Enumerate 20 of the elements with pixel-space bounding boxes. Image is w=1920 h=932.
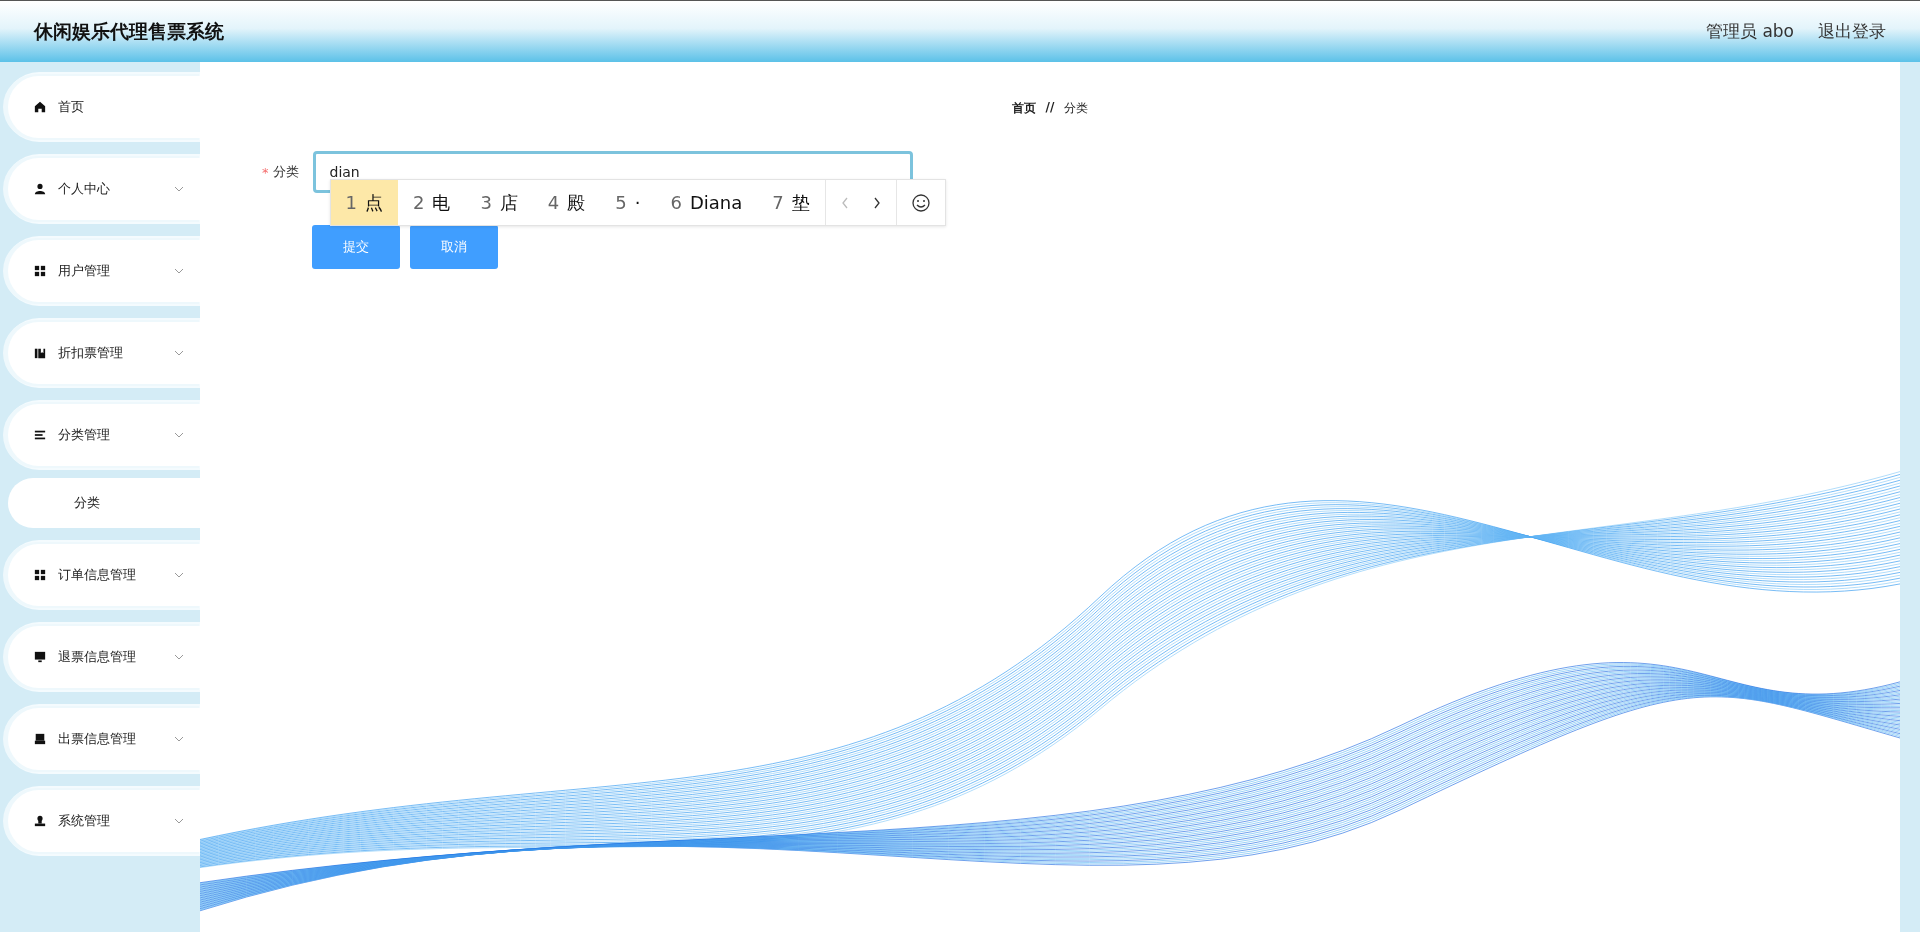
- grid-icon: [34, 265, 46, 277]
- logout-link[interactable]: 退出登录: [1818, 20, 1886, 43]
- smiley-icon[interactable]: [910, 192, 931, 213]
- ime-candidate[interactable]: 1 点: [330, 180, 398, 225]
- breadcrumb-current: 分类: [1064, 100, 1089, 117]
- sidebar-subitem[interactable]: 分类: [8, 478, 200, 528]
- monitor-icon: [34, 651, 46, 663]
- stamp-icon: [34, 815, 46, 827]
- home-icon: [34, 101, 46, 113]
- breadcrumb-separator: //: [1045, 100, 1055, 116]
- field-label: 分类: [272, 163, 300, 181]
- app-title: 休闲娱乐代理售票系统: [34, 18, 224, 44]
- book-icon: [34, 347, 46, 359]
- breadcrumb-link[interactable]: 首页: [1011, 100, 1036, 117]
- grid-icon: [34, 569, 46, 581]
- required-mark: *: [262, 164, 269, 180]
- person-icon: [34, 183, 46, 195]
- printer-icon: [34, 733, 46, 745]
- user-name: 管理员 abo: [1706, 20, 1794, 43]
- list-icon: [34, 429, 46, 441]
